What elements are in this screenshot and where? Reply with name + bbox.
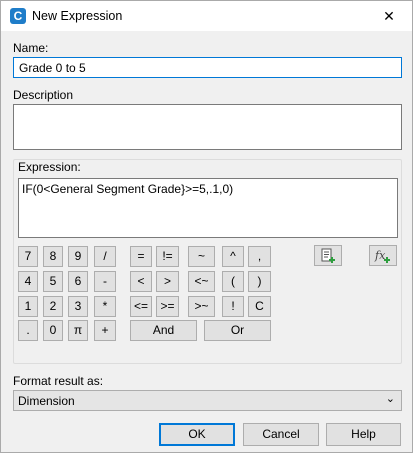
key-0[interactable]: 0 (43, 320, 63, 341)
ok-button[interactable]: OK (159, 423, 235, 446)
key-7[interactable]: 7 (18, 246, 38, 267)
key-less-equal[interactable]: <= (130, 296, 152, 317)
key-divide[interactable]: / (94, 246, 116, 267)
format-result-value: Dimension (18, 394, 75, 408)
key-equals[interactable]: = (130, 246, 152, 267)
key-greater-approx[interactable]: >~ (188, 296, 215, 317)
key-decimal[interactable]: . (18, 320, 38, 341)
cancel-button[interactable]: Cancel (243, 423, 319, 446)
key-tilde[interactable]: ~ (188, 246, 215, 267)
insert-property-icon (321, 248, 335, 263)
key-open-paren[interactable]: ( (222, 271, 244, 292)
new-expression-dialog: C New Expression ✕ Name: Grade 0 to 5 De… (0, 0, 413, 453)
key-clear[interactable]: C (248, 296, 271, 317)
insert-function-icon: fx (374, 249, 390, 263)
key-minus[interactable]: - (94, 271, 116, 292)
title-bar: C New Expression ✕ (1, 1, 412, 31)
help-button[interactable]: Help (326, 423, 401, 446)
key-less-approx[interactable]: <~ (188, 271, 215, 292)
key-close-paren[interactable]: ) (248, 271, 271, 292)
key-greater-than[interactable]: > (156, 271, 179, 292)
insert-function-button[interactable]: fx (369, 245, 397, 266)
name-label: Name: (13, 41, 49, 55)
expression-input[interactable]: IF(0<General Segment Grade}>=5,.1,0) (18, 178, 398, 238)
key-1[interactable]: 1 (18, 296, 38, 317)
close-icon[interactable]: ✕ (366, 1, 412, 31)
key-less-than[interactable]: < (130, 271, 152, 292)
key-pi[interactable]: π (68, 320, 88, 341)
key-plus[interactable]: + (94, 320, 116, 341)
key-8[interactable]: 8 (43, 246, 63, 267)
key-greater-equal[interactable]: >= (156, 296, 179, 317)
key-and[interactable]: And (130, 320, 197, 341)
window-title: New Expression (32, 9, 123, 23)
key-caret[interactable]: ^ (222, 246, 244, 267)
description-input[interactable] (13, 104, 402, 150)
key-comma[interactable]: , (248, 246, 271, 267)
key-or[interactable]: Or (204, 320, 271, 341)
expression-label: Expression: (18, 160, 81, 174)
key-4[interactable]: 4 (18, 271, 38, 292)
insert-property-button[interactable] (314, 245, 342, 266)
app-icon: C (10, 8, 26, 24)
key-2[interactable]: 2 (43, 296, 63, 317)
key-multiply[interactable]: * (94, 296, 116, 317)
name-input[interactable]: Grade 0 to 5 (13, 57, 402, 78)
description-label: Description (13, 88, 74, 102)
format-result-dropdown[interactable]: Dimension ⌄ (13, 390, 402, 411)
key-3[interactable]: 3 (68, 296, 88, 317)
key-not-equals[interactable]: != (156, 246, 179, 267)
key-6[interactable]: 6 (68, 271, 88, 292)
key-9[interactable]: 9 (68, 246, 88, 267)
format-result-label: Format result as: (13, 374, 104, 388)
chevron-down-icon: ⌄ (385, 393, 395, 405)
key-5[interactable]: 5 (43, 271, 63, 292)
key-not[interactable]: ! (222, 296, 244, 317)
